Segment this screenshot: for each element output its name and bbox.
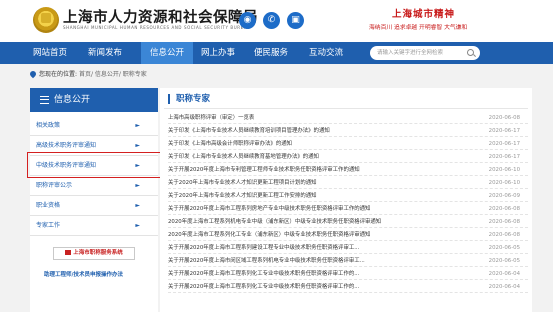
article-date: 2020-06-08 [488,115,520,121]
article-title-link[interactable]: 关于开展2020年度上海市工程系列建设工程专业中级技术职务任职资格评审工... [168,243,359,254]
article-row[interactable]: 关于开展2020年度上海市专利管理工程师专业技术职务任职资格评审工作的通知 202… [168,165,528,176]
article-date: 2020-06-05 [488,245,520,251]
sidebar-item-label: 职业资格 [36,202,61,209]
article-title-link[interactable]: 关于开展2020年度上海市工程系列化工专业中级技术职务任职资格评审工作的... [168,282,359,293]
article-date: 2020-06-17 [488,141,520,147]
article-date: 2020-06-05 [488,258,520,264]
panel-title: 职称专家 [168,94,210,104]
article-date: 2020-06-08 [488,206,520,212]
site-subtitle: SHANGHAI MUNICIPAL HUMAN RESOURCES AND S… [63,25,251,30]
weibo-icon[interactable]: ◉ [239,12,256,29]
nav-home[interactable]: 网站首页 [26,42,74,64]
article-row[interactable]: 关于2020年上海市专业技术人才知识更新工程项目计划的通知 2020-06-10 [168,178,528,189]
article-row[interactable]: 关于开展2020年度上海市工程系列房地产专业中级技术职务任职资格评审工作的通知 2… [168,204,528,215]
sidebar-item-label: 职称评审公示 [36,182,73,189]
nav-news[interactable]: 新闻发布 [79,42,131,64]
article-date: 2020-06-09 [488,193,520,199]
national-emblem-logo[interactable] [33,7,59,33]
breadcrumb-path[interactable]: 首页/ 信息公开/ 职称专家 [79,71,147,78]
search-input[interactable] [370,46,480,60]
nav-online-services[interactable]: 网上办事 [192,42,244,64]
search-icon[interactable] [467,49,474,56]
article-date: 2020-06-10 [488,180,520,186]
article-title-link[interactable]: 2020年度上海市工程系列机电专业中级（浦东新区）中级专业技术职务任职资格评审通… [168,217,381,228]
article-title-link[interactable]: 关于开展2020年度上海市工程系列房地产专业中级技术职务任职资格评审工作的通知 [168,204,370,215]
article-date: 2020-06-08 [488,219,520,225]
nav-info-disclosure[interactable]: 信息公开 [141,42,193,64]
article-title-link[interactable]: 关于开展2020年度上海市工程系列化工专业中级技术职务任职资格评审工作的... [168,269,359,280]
arrow-right-icon: ► [135,202,140,209]
location-pin-icon [28,69,38,79]
sidebar-item-policies[interactable]: 相关政策 ► [30,116,158,136]
article-title-link[interactable]: 上海市高级职称评审（审定）一览表 [168,113,254,124]
sidebar-title: 信息公开 [54,95,91,105]
sidebar-item-label: 专家工作 [36,222,61,229]
menu-icon [40,96,49,104]
divider [164,108,528,109]
sidebar-item-qualifications[interactable]: 职业资格 ► [30,196,158,216]
article-date: 2020-06-17 [488,128,520,134]
article-title-link[interactable]: 关于印发《上海市专业技术人员继续教育基地管理办法》的通知 [168,152,319,163]
article-row[interactable]: 关于开展2020年度上海市工程系列建设工程专业中级技术职务任职资格评审工... 2… [168,243,528,254]
flag-icon [65,250,72,255]
slogan-title: 上海城市精神 [392,9,456,20]
article-row[interactable]: 关于印发《上海市高级会计师职称评审办法》的通知 2020-06-17 [168,139,528,150]
breadcrumb: 您现在的位置: 首页/ 信息公开/ 职称专家 [28,69,147,79]
arrow-right-icon: ► [135,182,140,189]
nav-convenience[interactable]: 便民服务 [245,42,297,64]
article-title-link[interactable]: 关于2020年上海市专业技术人才知识更新工程工作安排的通知 [168,191,317,202]
guide-link[interactable]: 助理工程师/技术员申报操作办法 [44,270,123,278]
slogan-text: 海纳百川 追求卓越 开明睿智 大气谦和 [369,25,468,31]
article-row[interactable]: 2020年度上海市工程系列化工专业（浦东新区）中级专业技术职务任职资格评审通知 2… [168,230,528,241]
article-title-link[interactable]: 关于印发《上海市高级会计师职称评审办法》的通知 [168,139,292,150]
article-date: 2020-06-10 [488,167,520,173]
sidebar-item-expert-work[interactable]: 专家工作 ► [30,216,158,236]
article-date: 2020-06-08 [488,232,520,238]
wechat-icon[interactable]: ✆ [263,12,280,29]
article-row[interactable]: 关于印发《上海市专业技术人员继续教育培训项目管理办法》的通知 2020-06-17 [168,126,528,137]
site-title[interactable]: 上海市人力资源和社会保障局 [63,6,258,27]
app-icon[interactable]: ▣ [287,12,304,29]
page: 上海市人力资源和社会保障局 SHANGHAI MUNICIPAL HUMAN R… [0,0,553,312]
breadcrumb-label: 您现在的位置: [39,71,78,78]
article-row[interactable]: 关于开展2020年度上海市工程系列化工专业中级技术职务任职资格评审工作的... 2… [168,269,528,280]
article-title-link[interactable]: 关于开展2020年度上海市闵区域工程系列机电专业中级技术职务任职资格评审工... [168,256,365,267]
site-header: 上海市人力资源和社会保障局 SHANGHAI MUNICIPAL HUMAN R… [0,0,553,42]
sidebar-item-label: 相关政策 [36,122,61,129]
article-date: 2020-06-04 [488,284,520,290]
main-nav: 网站首页 新闻发布 信息公开 网上办事 便民服务 互动交流 [0,42,553,64]
article-title-link[interactable]: 2020年度上海市工程系列化工专业（浦东新区）中级专业技术职务任职资格评审通知 [168,230,370,241]
article-title-link[interactable]: 关于印发《上海市专业技术人员继续教育培训项目管理办法》的通知 [168,126,330,137]
article-row[interactable]: 上海市高级职称评审（审定）一览表 2020-06-08 [168,113,528,124]
article-title-link[interactable]: 关于2020年上海市专业技术人才知识更新工程项目计划的通知 [168,178,317,189]
title-service-system-label: 上海市职称服务系统 [73,250,123,256]
article-title-link[interactable]: 关于开展2020年度上海市专利管理工程师专业技术职务任职资格评审工作的通知 [168,165,360,176]
article-row[interactable]: 关于开展2020年度上海市闵区域工程系列机电专业中级技术职务任职资格评审工...… [168,256,528,267]
content-panel: 职称专家 上海市高级职称评审（审定）一览表 2020-06-08 关于印发《上海市专… [160,88,532,312]
sidebar: 信息公开 相关政策 ► 高级技术职务评审通知 ► 中级技术职务评审通知 ► 职称评审公… [30,88,158,312]
arrow-right-icon: ► [135,122,140,129]
sidebar-item-review-publicity[interactable]: 职称评审公示 ► [30,176,158,196]
title-service-system-button[interactable]: 上海市职称服务系统 [53,247,135,260]
article-row[interactable]: 关于2020年上海市专业技术人才知识更新工程工作安排的通知 2020-06-09 [168,191,528,202]
article-row[interactable]: 关于印发《上海市专业技术人员继续教育基地管理办法》的通知 2020-06-17 [168,152,528,163]
nav-interaction[interactable]: 互动交流 [300,42,352,64]
article-row[interactable]: 2020年度上海市工程系列机电专业中级（浦东新区）中级专业技术职务任职资格评审通… [168,217,528,228]
article-row[interactable]: 关于开展2020年度上海市工程系列化工专业中级技术职务任职资格评审工作的... 2… [168,282,528,293]
arrow-right-icon: ► [135,222,140,229]
article-date: 2020-06-04 [488,271,520,277]
sidebar-item-label: 高级技术职务评审通知 [36,142,97,149]
highlight-box [27,152,162,178]
article-date: 2020-06-17 [488,154,520,160]
sidebar-header: 信息公开 [30,88,158,112]
